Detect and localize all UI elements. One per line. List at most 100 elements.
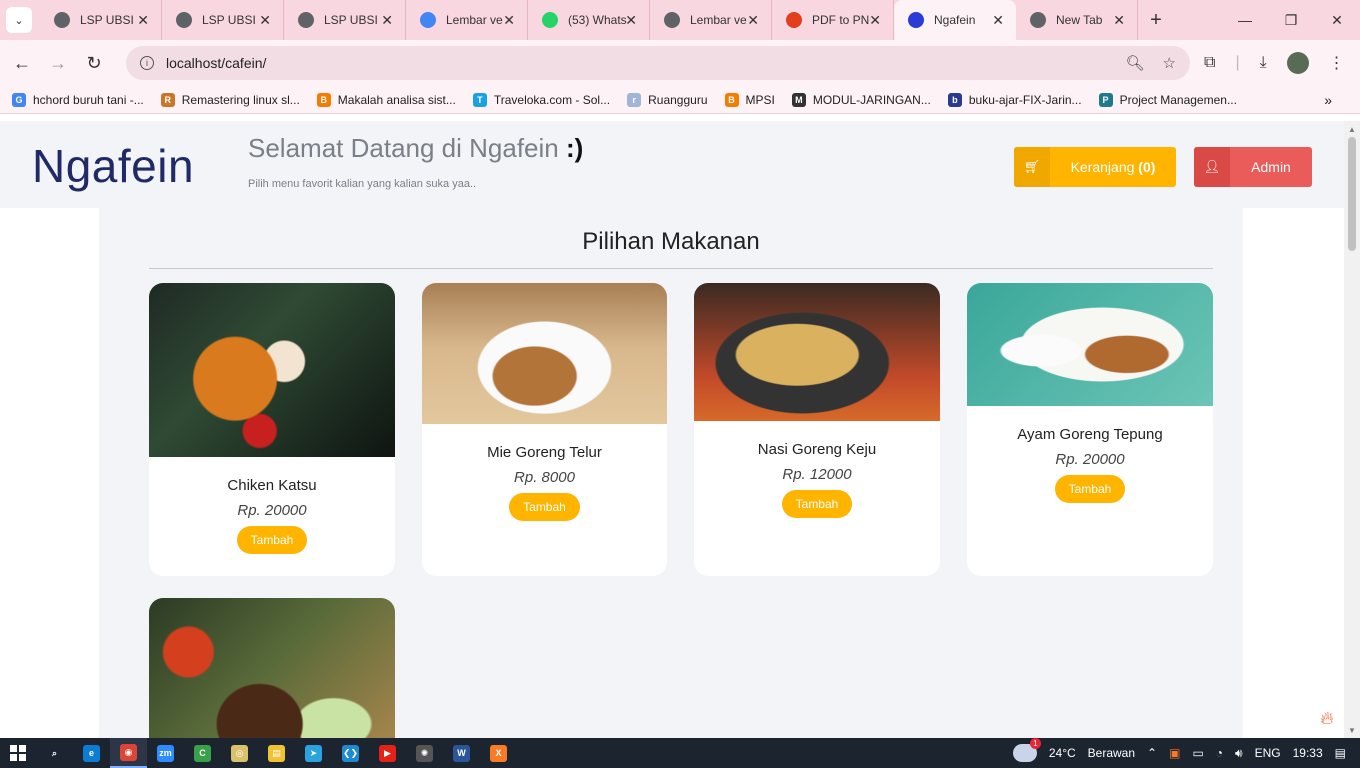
- browser-tab[interactable]: LSP UBSI ✕: [284, 0, 406, 40]
- bookmark-item[interactable]: P Project Managemen...: [1098, 92, 1237, 107]
- welcome-tagline: Pilih menu favorit kalian yang kalian su…: [248, 178, 477, 190]
- bookmark-item[interactable]: B MPSI: [724, 92, 775, 107]
- taskbar-explorer-app[interactable]: ▤: [258, 738, 295, 768]
- bookmark-item[interactable]: M MODUL-JARINGAN...: [791, 92, 931, 107]
- tab-close-icon[interactable]: ✕: [747, 12, 759, 29]
- taskbar-xampp-app[interactable]: X: [480, 738, 517, 768]
- taskbar-word-app[interactable]: W: [443, 738, 480, 768]
- back-icon[interactable]: ←: [4, 45, 40, 81]
- bookmark-item[interactable]: Ghchord buruh tani -...: [12, 92, 144, 107]
- toolbar-divider: |: [1235, 54, 1240, 71]
- chatgpt-icon: ✺: [416, 744, 433, 762]
- menu-item-name: Nasi Goreng Keju: [757, 441, 877, 458]
- zoom-icon[interactable]: 🔍︎: [1126, 54, 1145, 72]
- site-brand[interactable]: Ngafein: [32, 139, 194, 193]
- bookmark-label: buku-ajar-FIX-Jarin...: [968, 92, 1082, 107]
- restore-icon[interactable]: ❐: [1268, 0, 1314, 40]
- menu-item-image: [149, 598, 395, 738]
- reload-icon[interactable]: ↻: [76, 45, 112, 81]
- tab-close-icon[interactable]: ✕: [1113, 12, 1125, 29]
- taskbar-telegram-app[interactable]: ➤: [295, 738, 332, 768]
- scroll-up-icon[interactable]: ▲: [1348, 125, 1356, 134]
- address-bar[interactable]: i localhost/cafein/ 🔍︎ ☆: [126, 46, 1190, 80]
- admin-button[interactable]: 👤︎ Admin: [1194, 147, 1312, 187]
- add-to-cart-button[interactable]: Tambah: [781, 490, 853, 518]
- browser-tab[interactable]: PDF to PN ✕: [772, 0, 894, 40]
- tab-search-icon[interactable]: ⌄: [6, 7, 32, 33]
- scrollbar-thumb[interactable]: [1348, 137, 1356, 251]
- battery-icon[interactable]: ▭: [1192, 746, 1203, 760]
- new-tab-button[interactable]: +: [1138, 9, 1174, 32]
- browser-tab[interactable]: (53) Whats ✕: [528, 0, 650, 40]
- taskbar-edge-app[interactable]: e: [73, 738, 110, 768]
- bookmark-item[interactable]: T Traveloka.com - Sol...: [472, 92, 610, 107]
- taskbar-chatgpt-app[interactable]: ✺: [406, 738, 443, 768]
- volume-icon[interactable]: 🔊︎: [1235, 746, 1243, 761]
- taskbar-zoom-app[interactable]: zm: [147, 738, 184, 768]
- admin-label: Admin: [1251, 159, 1291, 175]
- minimize-icon[interactable]: —: [1222, 0, 1268, 40]
- site-info-icon[interactable]: i: [140, 56, 154, 70]
- tab-close-icon[interactable]: ✕: [992, 12, 1004, 29]
- tray-chevron-icon[interactable]: ⌃: [1147, 746, 1157, 760]
- weather-temp: 24°C: [1048, 746, 1076, 760]
- bookmark-item[interactable]: r Ruangguru: [627, 92, 708, 107]
- add-to-cart-button[interactable]: Tambah: [1054, 475, 1126, 503]
- bookmarks-overflow-icon[interactable]: »: [1324, 92, 1332, 108]
- weather-icon[interactable]: [1012, 738, 1041, 762]
- taskbar-vscode-app[interactable]: ❮❯: [332, 738, 369, 768]
- taskbar-search-app[interactable]: ⌕: [36, 738, 73, 768]
- taskbar-camtasia-app[interactable]: C: [184, 738, 221, 768]
- tab-title: Lembar ve: [690, 13, 747, 27]
- language-indicator[interactable]: ENG: [1255, 746, 1281, 760]
- section-divider: [149, 268, 1213, 269]
- fire-icon[interactable]: 🔥︎: [1310, 698, 1344, 738]
- menu-kebab-icon[interactable]: ⋮: [1329, 53, 1345, 73]
- xampp-tray-icon[interactable]: ▣: [1169, 746, 1180, 760]
- forward-icon[interactable]: →: [40, 45, 76, 81]
- add-to-cart-button[interactable]: Tambah: [236, 526, 308, 554]
- word-icon: W: [453, 744, 470, 762]
- menu-item-price: Rp. 20000: [1055, 451, 1125, 468]
- browser-tab[interactable]: Lembar ve ✕: [406, 0, 528, 40]
- browser-tab[interactable]: New Tab ✕: [1016, 0, 1138, 40]
- wifi-icon[interactable]: ◔: [1216, 746, 1223, 760]
- tab-close-icon[interactable]: ✕: [625, 12, 637, 29]
- extensions-icon[interactable]: ⧉: [1204, 54, 1215, 72]
- tab-close-icon[interactable]: ✕: [869, 12, 881, 29]
- bookmark-item[interactable]: R Remastering linux sl...: [160, 92, 300, 107]
- page-scrollbar[interactable]: ▲ ▼: [1344, 121, 1360, 738]
- browser-tab[interactable]: LSP UBSI ✕: [40, 0, 162, 40]
- add-to-cart-button[interactable]: Tambah: [509, 493, 580, 521]
- tab-close-icon[interactable]: ✕: [381, 12, 393, 29]
- scroll-down-icon[interactable]: ▼: [1348, 726, 1356, 735]
- tab-close-icon[interactable]: ✕: [259, 12, 271, 29]
- profile-avatar[interactable]: [1286, 52, 1309, 74]
- bookmark-star-icon[interactable]: ☆: [1163, 54, 1176, 72]
- clock[interactable]: 19:33: [1293, 746, 1323, 760]
- tab-close-icon[interactable]: ✕: [503, 12, 515, 29]
- tab-title: LSP UBSI: [324, 13, 378, 27]
- browser-tab[interactable]: Ngafein ✕: [894, 0, 1016, 40]
- close-window-icon[interactable]: ✕: [1314, 0, 1360, 40]
- explorer-icon: ▤: [268, 744, 285, 762]
- cart-button[interactable]: 🛒︎ Keranjang (0): [1014, 147, 1176, 187]
- taskbar-chrome-app[interactable]: ◉: [110, 738, 147, 768]
- windows-start-icon[interactable]: [0, 738, 36, 768]
- bookmark-favicon-icon: r: [627, 92, 642, 107]
- notification-icon[interactable]: ▤: [1335, 746, 1346, 760]
- bookmark-item[interactable]: B Makalah analisa sist...: [316, 92, 456, 107]
- browser-tab[interactable]: Lembar ve ✕: [650, 0, 772, 40]
- bookmark-label: Ruangguru: [648, 92, 708, 107]
- bookmark-item[interactable]: b buku-ajar-FIX-Jarin...: [947, 92, 1082, 107]
- menu-card: Ayam Goreng Tepung Rp. 20000 Tambah: [967, 283, 1213, 576]
- download-icon[interactable]: ⤓: [1260, 54, 1267, 72]
- tab-title: Ngafein: [934, 13, 976, 27]
- tab-close-icon[interactable]: ✕: [137, 12, 149, 29]
- taskbar-media-app[interactable]: ◎: [221, 738, 258, 768]
- telegram-icon: ➤: [305, 744, 322, 762]
- browser-tab[interactable]: LSP UBSI ✕: [162, 0, 284, 40]
- bookmark-favicon-icon: M: [791, 92, 806, 107]
- welcome-heading: Selamat Datang di Ngafein :): [248, 133, 583, 164]
- taskbar-youtube-app[interactable]: ▶: [369, 738, 406, 768]
